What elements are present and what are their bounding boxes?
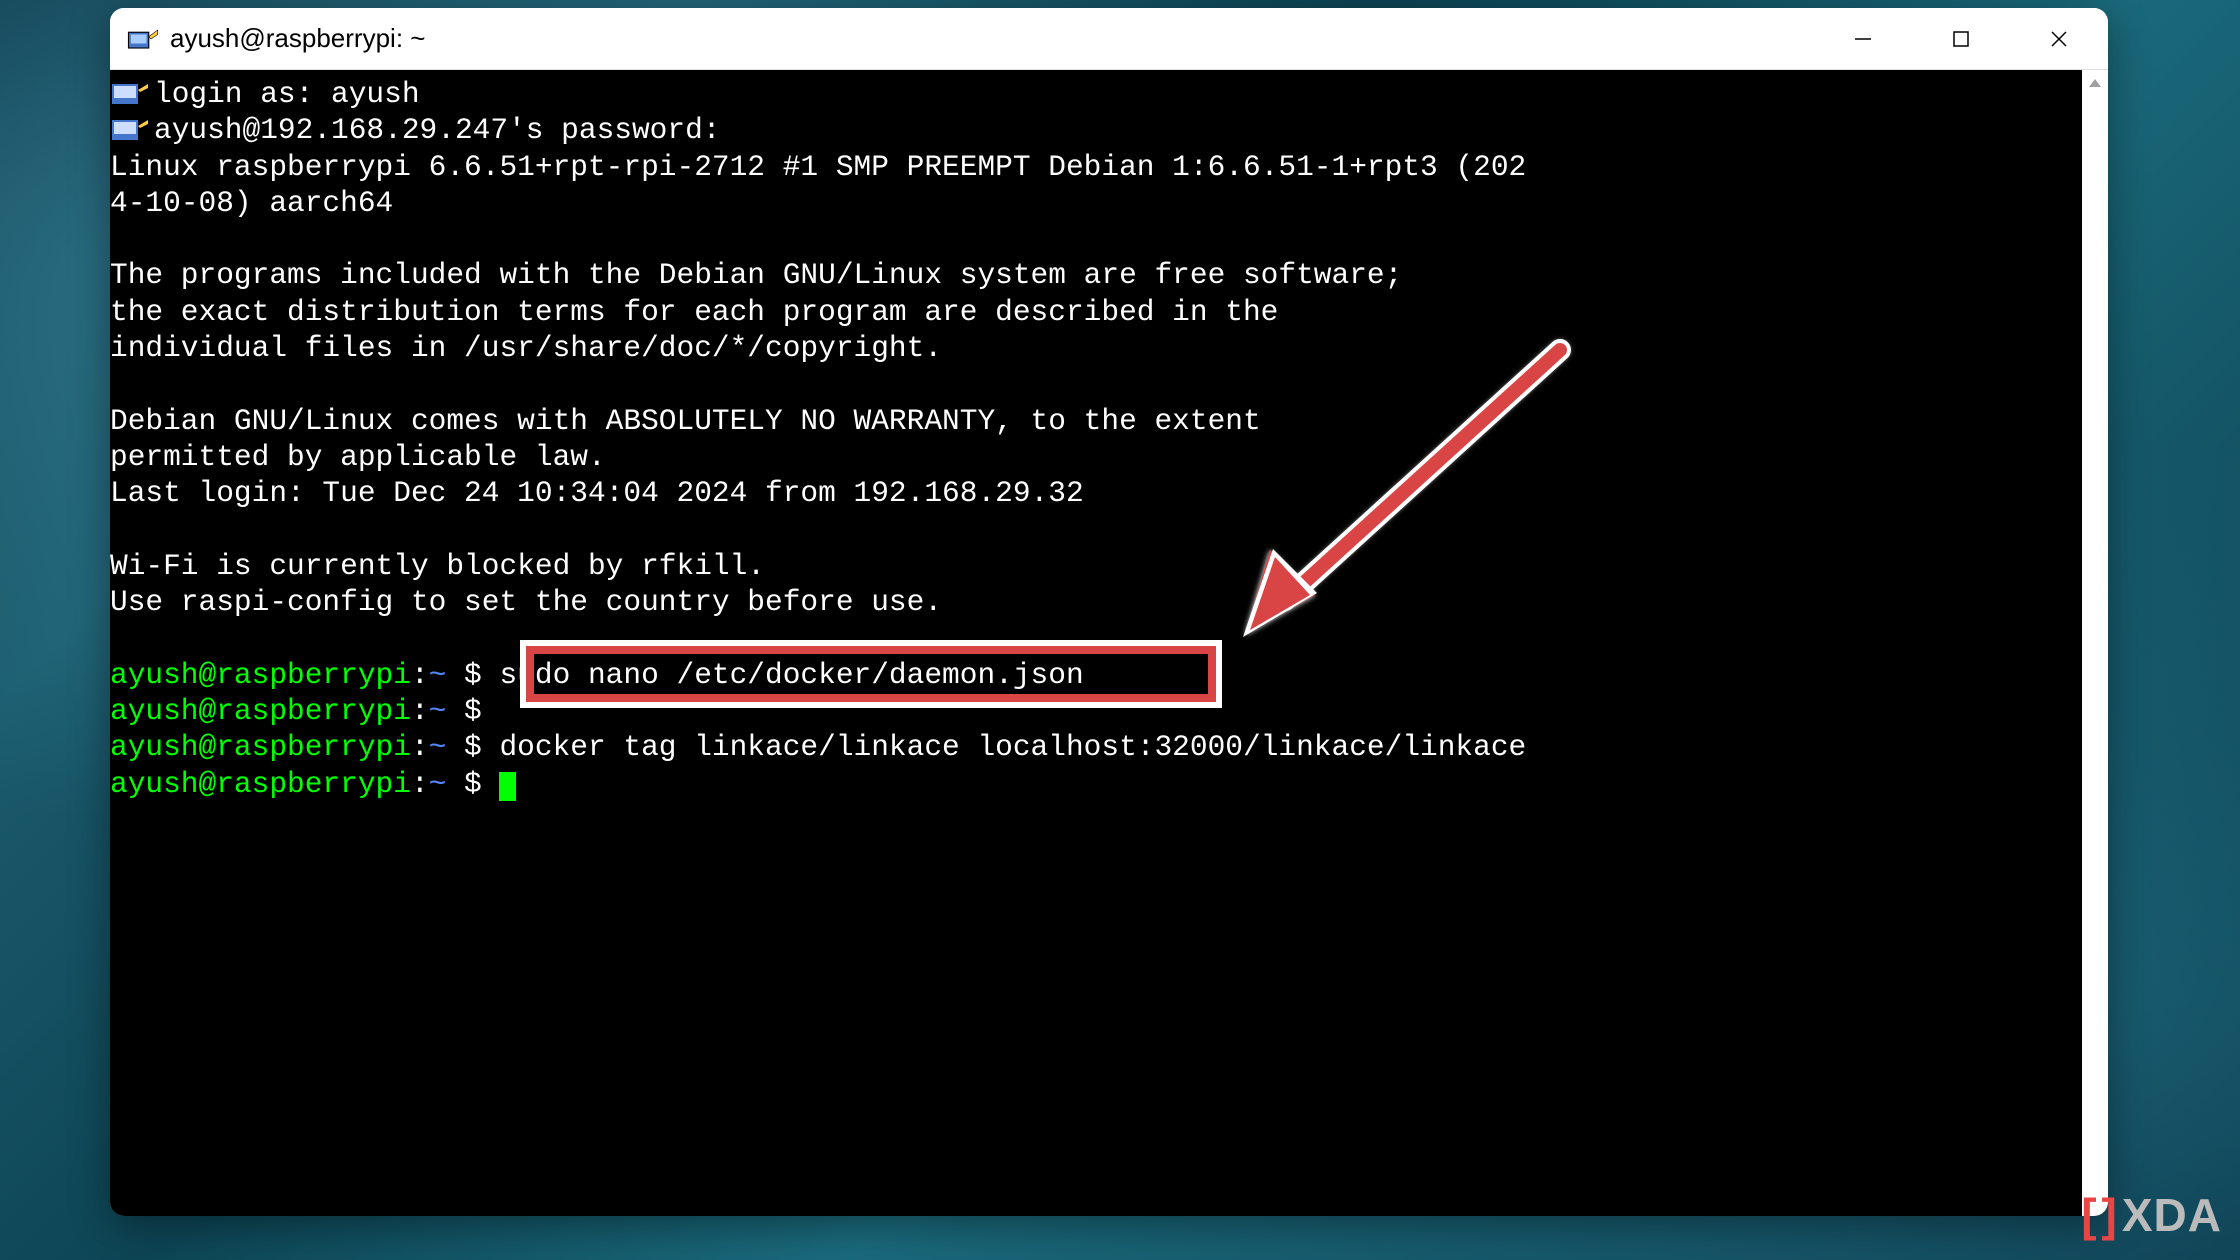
blank-line xyxy=(110,512,2082,548)
prompt-path: ~ xyxy=(429,730,447,764)
prompt-dollar: $ xyxy=(446,658,499,692)
prompt-path: ~ xyxy=(429,767,447,801)
warranty-line: Debian GNU/Linux comes with ABSOLUTELY N… xyxy=(110,403,2082,439)
command-text: docker tag linkace/linkace localhost:320… xyxy=(499,730,1526,764)
command-line-current: ayush@raspberrypi:~ $ xyxy=(110,766,2082,802)
prompt-user-host: ayush@raspberrypi xyxy=(110,694,411,728)
maximize-button[interactable] xyxy=(1912,8,2010,69)
window-controls xyxy=(1814,8,2108,69)
terminal-area[interactable]: login as: ayushayush@192.168.29.247's pa… xyxy=(110,70,2108,1216)
banner-line: Linux raspberrypi 6.6.51+rpt-rpi-2712 #1… xyxy=(110,149,2082,185)
debian-msg-line: The programs included with the Debian GN… xyxy=(110,257,2082,293)
wifi-line: Use raspi-config to set the country befo… xyxy=(110,584,2082,620)
annotation-highlight-box xyxy=(526,646,1216,702)
prompt-separator: : xyxy=(411,694,429,728)
debian-msg-line: the exact distribution terms for each pr… xyxy=(110,294,2082,330)
wifi-line: Wi-Fi is currently blocked by rfkill. xyxy=(110,548,2082,584)
prompt-path: ~ xyxy=(429,658,447,692)
putty-window: ayush@raspberrypi: ~ login as: ayushayus… xyxy=(110,8,2108,1216)
prompt-path: ~ xyxy=(429,694,447,728)
last-login-line: Last login: Tue Dec 24 10:34:04 2024 fro… xyxy=(110,475,2082,511)
debian-msg-line: individual files in /usr/share/doc/*/cop… xyxy=(110,330,2082,366)
password-prompt-text: ayush@192.168.29.247's password: xyxy=(154,113,721,147)
warranty-line: permitted by applicable law. xyxy=(110,439,2082,475)
terminal-prompt-icon xyxy=(110,116,150,145)
prompt-dollar: $ xyxy=(446,767,499,801)
prompt-user-host: ayush@raspberrypi xyxy=(110,730,411,764)
terminal-content[interactable]: login as: ayushayush@192.168.29.247's pa… xyxy=(110,70,2082,1216)
blank-line xyxy=(110,221,2082,257)
prompt-dollar: $ xyxy=(446,730,499,764)
scroll-up-arrow-icon[interactable] xyxy=(2082,70,2108,96)
minimize-button[interactable] xyxy=(1814,8,1912,69)
prompt-user-host: ayush@raspberrypi xyxy=(110,767,411,801)
bracket-right-icon: ] xyxy=(2102,1188,2118,1242)
prompt-separator: : xyxy=(411,658,429,692)
window-titlebar[interactable]: ayush@raspberrypi: ~ xyxy=(110,8,2108,70)
blank-line xyxy=(110,366,2082,402)
window-title: ayush@raspberrypi: ~ xyxy=(170,23,1814,54)
banner-line: 4-10-08) aarch64 xyxy=(110,185,2082,221)
login-prompt-text: login as: ayush xyxy=(154,77,420,111)
watermark-text: XDA xyxy=(2122,1188,2222,1242)
prompt-dollar: $ xyxy=(446,694,499,728)
putty-icon xyxy=(124,21,160,57)
command-line-3: ayush@raspberrypi:~ $ docker tag linkace… xyxy=(110,729,2082,765)
prompt-user-host: ayush@raspberrypi xyxy=(110,658,411,692)
terminal-cursor xyxy=(499,772,516,801)
close-button[interactable] xyxy=(2010,8,2108,69)
terminal-scrollbar[interactable] xyxy=(2082,70,2108,1216)
xda-watermark: [ ] XDA xyxy=(2081,1188,2222,1242)
prompt-separator: : xyxy=(411,730,429,764)
terminal-prompt-icon xyxy=(110,80,150,109)
bracket-left-icon: [ xyxy=(2081,1188,2097,1242)
prompt-separator: : xyxy=(411,767,429,801)
